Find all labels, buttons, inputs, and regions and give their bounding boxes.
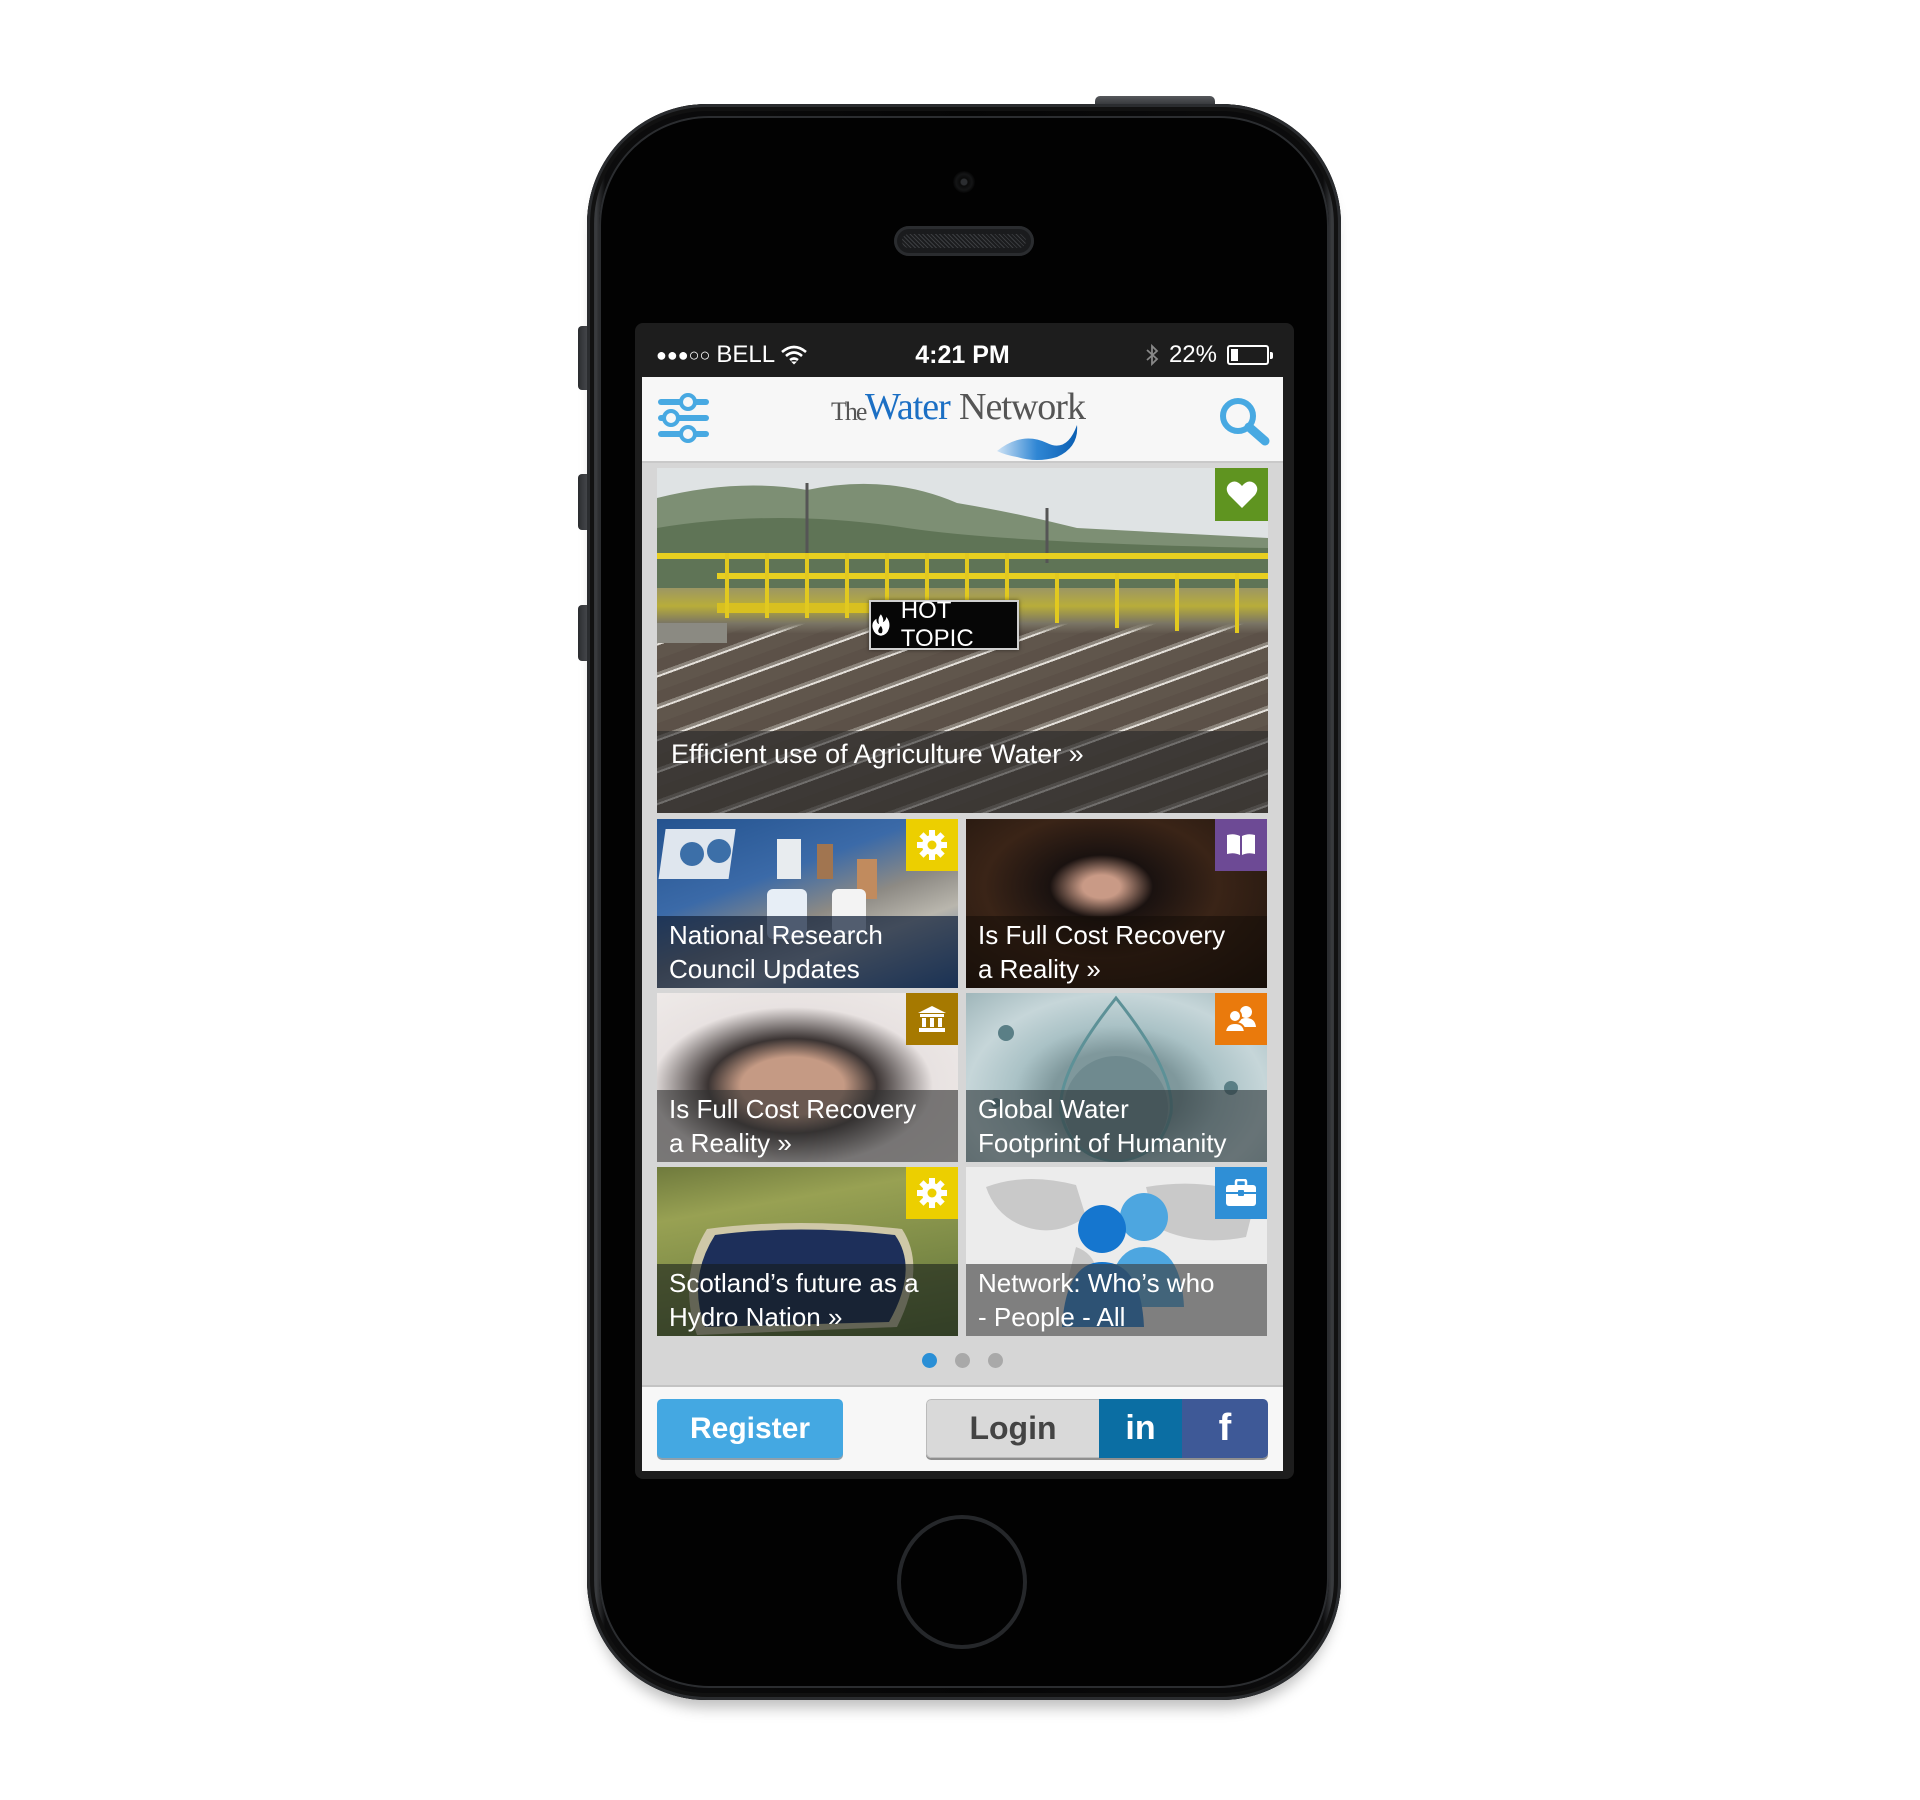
tile-global-water-footprint[interactable]: Global Water Footprint of Humanity: [966, 993, 1267, 1162]
tile-full-cost-recovery-speaker[interactable]: Is Full Cost Recovery a Reality »: [966, 819, 1267, 988]
tile-title-line1: Scotland’s future as a: [669, 1268, 919, 1298]
battery-level: [1231, 349, 1238, 361]
tile-title-line2: Hydro Nation »: [669, 1302, 843, 1332]
tile-caption: Is Full Cost Recovery a Reality »: [966, 916, 1267, 988]
wave-swoosh-icon: [997, 425, 1078, 460]
page-dot-2[interactable]: [955, 1353, 970, 1368]
linkedin-login-button[interactable]: in: [1099, 1399, 1182, 1458]
tile-caption: Is Full Cost Recovery a Reality »: [657, 1090, 958, 1162]
app-header: The Water Network: [642, 377, 1283, 463]
front-camera: [953, 171, 975, 193]
status-bar: ●●●○○ BELL 4:21 PM 22%: [642, 331, 1283, 377]
tile-network-whos-who[interactable]: Network: Who’s who - People - All: [966, 1167, 1267, 1336]
tile-title-line1: Network: Who’s who: [978, 1268, 1215, 1298]
category-badge: [906, 1167, 958, 1219]
app-logo[interactable]: The Water Network: [827, 385, 1097, 460]
category-badge: [1215, 819, 1267, 871]
tile-full-cost-recovery-interview[interactable]: Is Full Cost Recovery a Reality »: [657, 993, 958, 1162]
search-icon: [1220, 398, 1270, 446]
institution-icon: [918, 1006, 946, 1032]
tile-title-line2: a Reality »: [669, 1128, 792, 1158]
tile-scotland-hydro-nation[interactable]: Scotland’s future as a Hydro Nation »: [657, 1167, 958, 1336]
book-icon: [1227, 834, 1255, 855]
app-screen: The Water Network HOT TOPIC Efficient us…: [642, 377, 1283, 1471]
tile-title-line1: Global Water: [978, 1094, 1129, 1124]
hero-title: Efficient use of Agriculture Water »: [671, 739, 1084, 769]
hero-card[interactable]: HOT TOPIC Efficient use of Agriculture W…: [657, 468, 1268, 813]
heart-icon: [1226, 481, 1257, 508]
hot-topic-badge: HOT TOPIC: [869, 597, 1019, 652]
hot-topic-label: HOT TOPIC: [900, 597, 974, 652]
sliders-icon: [658, 393, 709, 443]
hero-caption: Efficient use of Agriculture Water »: [657, 731, 1268, 813]
tile-title-line1: National Research: [669, 920, 883, 950]
tile-title-line2: - People - All: [978, 1302, 1126, 1332]
tile-national-research[interactable]: National Research Council Updates: [657, 819, 958, 988]
login-group: Login in f: [926, 1399, 1268, 1458]
page-indicator: [642, 1353, 1283, 1368]
category-badge: [1215, 993, 1267, 1045]
search-button[interactable]: [1217, 395, 1271, 447]
page-dot-3[interactable]: [988, 1353, 1003, 1368]
linkedin-icon: in: [1125, 1409, 1156, 1447]
tile-title-line2: Council Updates: [669, 954, 860, 984]
logo-water: Water: [865, 386, 951, 428]
facebook-login-button[interactable]: f: [1182, 1399, 1268, 1458]
users-icon: [1224, 1006, 1256, 1033]
tile-title-line1: Is Full Cost Recovery: [669, 1094, 917, 1124]
tile-title-line2: a Reality »: [978, 954, 1101, 984]
briefcase-icon: [1226, 1179, 1256, 1206]
flame-icon: [872, 614, 890, 636]
tile-title-line1: Is Full Cost Recovery: [978, 920, 1226, 950]
battery-icon: [1227, 345, 1273, 365]
category-badge: [906, 819, 958, 871]
tile-caption: Scotland’s future as a Hydro Nation »: [657, 1264, 958, 1336]
auth-bar: Register Login in f: [642, 1385, 1283, 1471]
page-dot-1[interactable]: [922, 1353, 937, 1368]
favorite-button[interactable]: [1215, 468, 1268, 521]
logo-the: The: [831, 397, 867, 426]
facebook-icon: f: [1218, 1407, 1232, 1449]
tile-caption: National Research Council Updates: [657, 916, 958, 988]
home-button[interactable]: [897, 1515, 1027, 1649]
tile-caption: Network: Who’s who - People - All: [966, 1264, 1267, 1336]
battery-percent: 22%: [1168, 341, 1217, 368]
tile-title-line2: Footprint of Humanity: [978, 1128, 1227, 1158]
register-button[interactable]: Register: [657, 1399, 843, 1458]
category-badge: [906, 993, 958, 1045]
tile-caption: Global Water Footprint of Humanity: [966, 1090, 1267, 1162]
gear-icon: [917, 830, 947, 860]
category-badge: [1215, 1167, 1267, 1219]
filter-menu-button[interactable]: [656, 393, 712, 443]
earpiece-speaker: [894, 226, 1034, 256]
login-button[interactable]: Login: [926, 1399, 1099, 1458]
bluetooth-icon: [1146, 343, 1159, 367]
gear-icon: [917, 1178, 947, 1208]
